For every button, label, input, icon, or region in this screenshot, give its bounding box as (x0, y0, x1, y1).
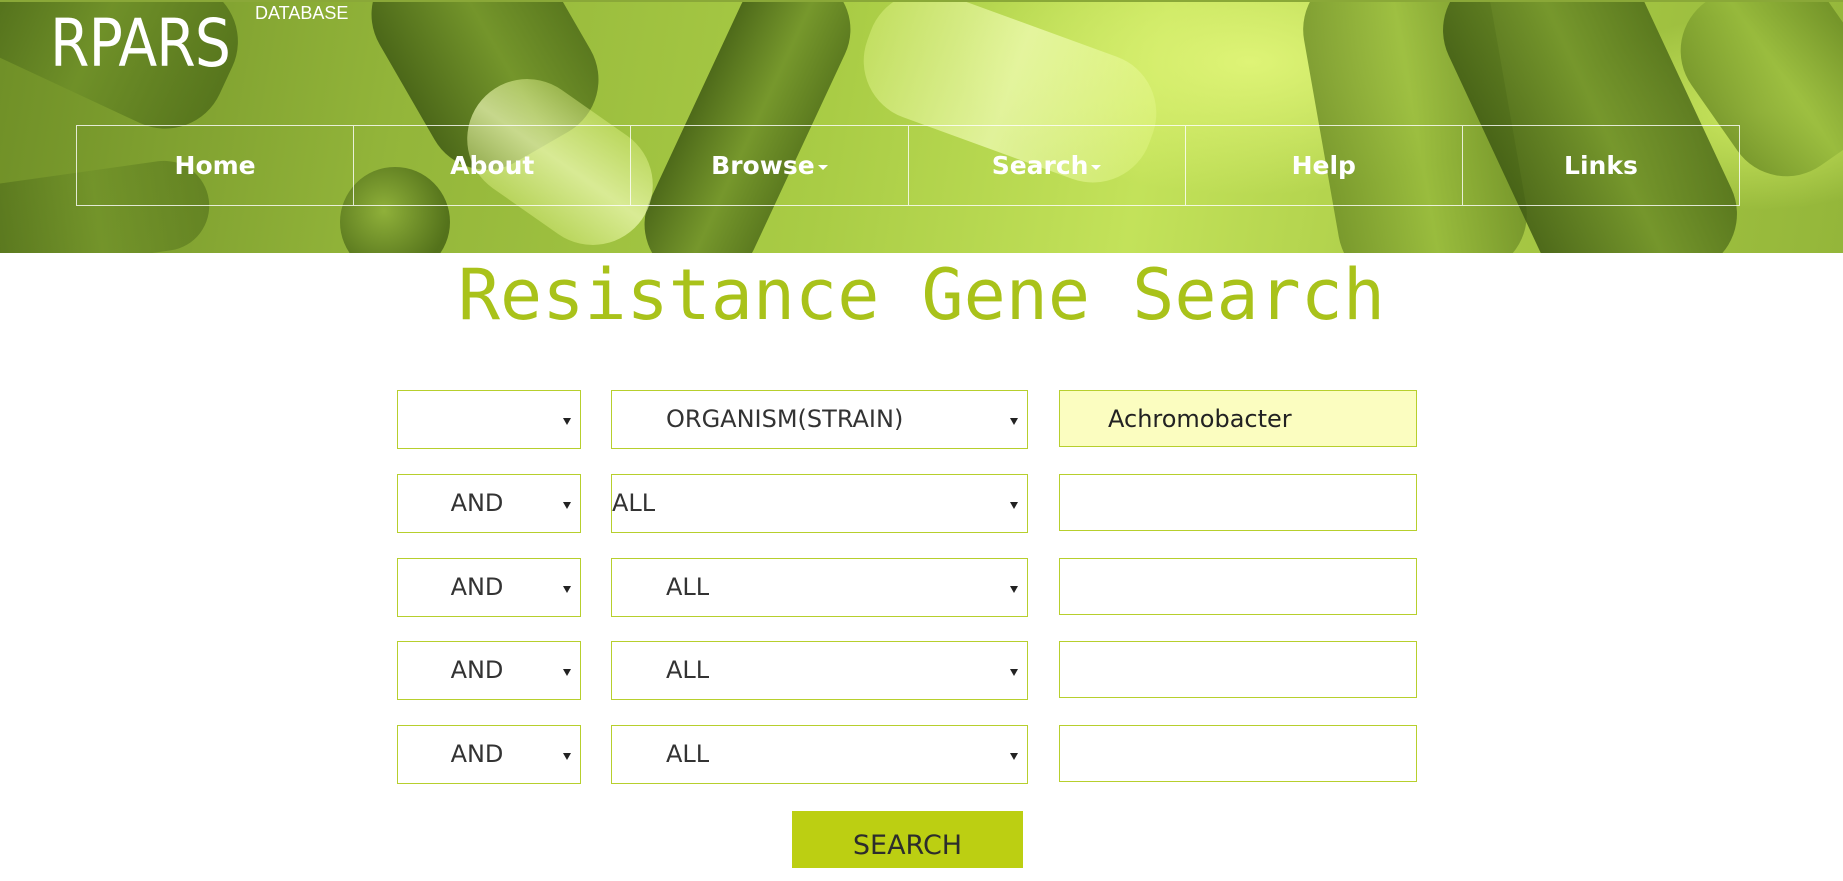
caret-down-icon (1091, 165, 1102, 170)
nav-home[interactable]: Home (77, 126, 355, 205)
header-banner: RPARS DATABASE Home About Browse Search … (0, 0, 1843, 253)
search-term-input[interactable] (1059, 641, 1417, 698)
search-row: AND ALL (0, 558, 1843, 617)
main-navigation: Home About Browse Search Help Links (76, 125, 1740, 206)
nav-search-label: Search (991, 151, 1089, 180)
dropdown-arrow-icon (563, 586, 571, 593)
nav-links-label: Links (1564, 151, 1638, 180)
search-term-input[interactable] (1059, 725, 1417, 782)
field-select[interactable]: ORGANISM(STRAIN) (611, 390, 1028, 449)
field-value: ALL (666, 740, 710, 768)
search-row: AND ALL (0, 474, 1843, 533)
search-term-input[interactable]: Achromobacter (1059, 390, 1417, 447)
nav-about[interactable]: About (354, 126, 632, 205)
page-title: Resistance Gene Search (457, 254, 1386, 336)
field-select[interactable]: ALL (611, 474, 1028, 533)
dropdown-arrow-icon (1010, 418, 1018, 425)
operator-value: AND (450, 573, 504, 601)
nav-browse-label: Browse (711, 151, 815, 180)
dropdown-arrow-icon (563, 502, 571, 509)
dropdown-arrow-icon (563, 753, 571, 760)
field-value: ORGANISM(STRAIN) (666, 405, 904, 433)
operator-select[interactable] (397, 390, 581, 449)
operator-value: AND (450, 740, 504, 768)
nav-about-label: About (450, 151, 535, 180)
search-term-input[interactable] (1059, 558, 1417, 615)
site-logo-subtitle: DATABASE (255, 3, 349, 23)
search-row: ORGANISM(STRAIN) Achromobacter (0, 390, 1843, 449)
site-logo[interactable]: RPARS (50, 4, 231, 84)
field-select[interactable]: ALL (611, 725, 1028, 784)
search-row: AND ALL (0, 725, 1843, 784)
operator-select[interactable]: AND (397, 725, 581, 784)
search-button[interactable]: SEARCH (792, 811, 1023, 868)
dropdown-arrow-icon (563, 669, 571, 676)
operator-value: AND (450, 489, 504, 517)
caret-down-icon (817, 165, 828, 170)
operator-select[interactable]: AND (397, 558, 581, 617)
nav-search[interactable]: Search (909, 126, 1186, 205)
operator-select[interactable]: AND (397, 641, 581, 700)
dropdown-arrow-icon (1010, 586, 1018, 593)
nav-help-label: Help (1291, 151, 1356, 180)
field-select[interactable]: ALL (611, 558, 1028, 617)
operator-select[interactable]: AND (397, 474, 581, 533)
field-value: ALL (666, 573, 710, 601)
operator-value (398, 391, 556, 448)
dropdown-arrow-icon (1010, 502, 1018, 509)
dropdown-arrow-icon (1010, 669, 1018, 676)
field-value: ALL (612, 489, 656, 517)
nav-help[interactable]: Help (1186, 126, 1463, 205)
nav-links[interactable]: Links (1463, 126, 1739, 205)
dropdown-arrow-icon (563, 418, 571, 425)
operator-value: AND (450, 656, 504, 684)
search-term-input[interactable] (1059, 474, 1417, 531)
nav-home-label: Home (174, 151, 256, 180)
search-row: AND ALL (0, 641, 1843, 700)
field-select[interactable]: ALL (611, 641, 1028, 700)
field-value: ALL (666, 656, 710, 684)
dropdown-arrow-icon (1010, 753, 1018, 760)
nav-browse[interactable]: Browse (631, 126, 909, 205)
